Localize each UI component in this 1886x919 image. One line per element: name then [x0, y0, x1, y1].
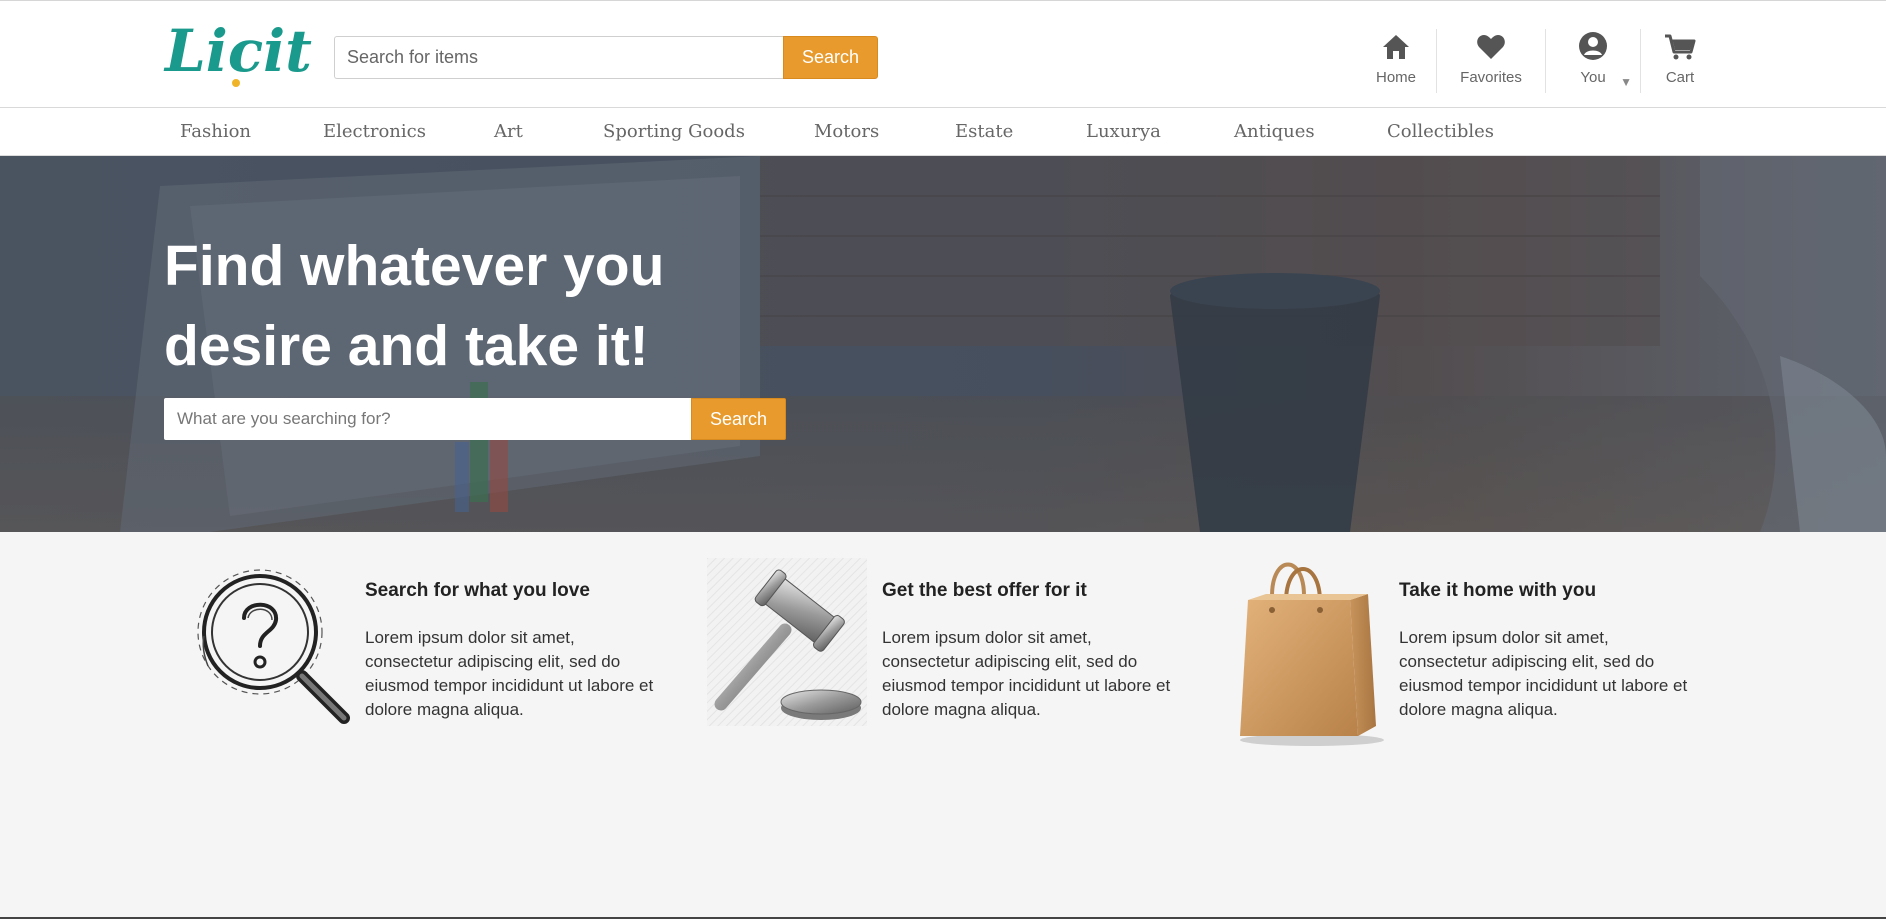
cart-icon [1664, 29, 1696, 61]
category-nav: Fashion Electronics Art Sporting Goods M… [0, 108, 1886, 156]
home-icon [1381, 29, 1411, 61]
hero-banner: Find whatever you desire and take it! Se… [0, 156, 1886, 532]
nav-cart-label: Cart [1665, 69, 1695, 86]
search-input[interactable] [334, 36, 783, 79]
category-collectibles[interactable]: Collectibles [1387, 121, 1494, 142]
search-button[interactable]: Search [783, 36, 878, 79]
category-sporting-goods[interactable]: Sporting Goods [603, 121, 745, 142]
feature-search: Search for what you love Lorem ipsum dol… [180, 532, 700, 752]
hero-title: Find whatever you desire and take it! [164, 226, 864, 386]
hero-search: Search [164, 398, 786, 440]
feature-text: Lorem ipsum dolor sit amet, consectetur … [1399, 628, 1688, 719]
chevron-down-icon[interactable]: ▼ [1620, 75, 1632, 89]
category-antiques[interactable]: Antiques [1234, 121, 1315, 142]
heart-icon [1476, 29, 1506, 61]
category-electronics[interactable]: Electronics [323, 121, 426, 142]
hero-title-line2: desire and take it! [164, 314, 649, 378]
category-estate[interactable]: Estate [955, 121, 1013, 142]
category-luxurya[interactable]: Luxurya [1086, 121, 1161, 142]
site-header: Licitix Search Home Favorites [0, 0, 1886, 108]
features-section: Search for what you love Lorem ipsum dol… [0, 532, 1886, 919]
gavel-icon [707, 558, 867, 726]
nav-home[interactable]: Home [1356, 29, 1436, 97]
nav-you-label: You [1580, 69, 1606, 86]
feature-title: Search for what you love [365, 580, 590, 601]
category-motors[interactable]: Motors [814, 121, 879, 142]
header-search: Search [334, 36, 878, 79]
feature-title: Get the best offer for it [882, 580, 1087, 601]
magnifier-question-icon [197, 569, 350, 724]
nav-favorites[interactable]: Favorites [1437, 29, 1545, 97]
feature-text: Lorem ipsum dolor sit amet, consectetur … [365, 628, 654, 719]
hero-search-input[interactable] [164, 398, 691, 440]
hero-title-line1: Find whatever you [164, 234, 665, 298]
category-fashion[interactable]: Fashion [180, 121, 251, 142]
feature-title: Take it home with you [1399, 580, 1597, 601]
user-nav: Home Favorites You ▼ Cart [1356, 29, 1719, 97]
feature-take-home: Take it home with you Lorem ipsum dolor … [1214, 532, 1734, 752]
user-icon [1578, 29, 1608, 61]
nav-you[interactable]: You ▼ [1546, 29, 1640, 97]
logo-text: Licitix [163, 17, 313, 85]
category-art[interactable]: Art [494, 121, 523, 142]
feature-offer: Get the best offer for it Lorem ipsum do… [697, 532, 1217, 752]
hero-search-button[interactable]: Search [691, 398, 786, 440]
nav-favorites-label: Favorites [1460, 69, 1522, 86]
shopping-bag-icon [1240, 562, 1384, 746]
nav-home-label: Home [1375, 69, 1416, 86]
feature-text: Lorem ipsum dolor sit amet, consectetur … [882, 628, 1171, 719]
logo[interactable]: Licitix [163, 17, 313, 93]
nav-cart[interactable]: Cart [1641, 29, 1719, 97]
